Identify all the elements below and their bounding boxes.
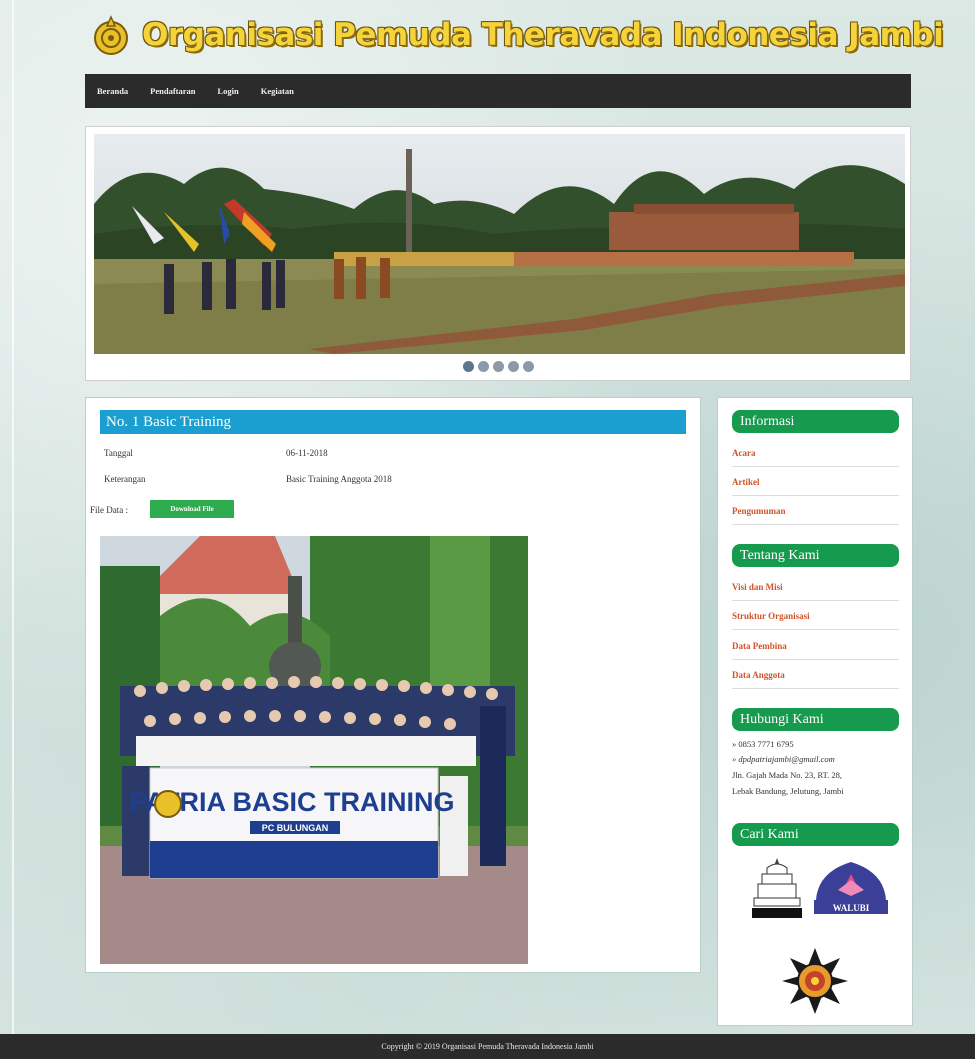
slider-dots (86, 361, 910, 372)
buddhist-emblem-icon (94, 15, 128, 55)
temple-logo[interactable] (752, 856, 802, 920)
sidebar-item-anggota[interactable]: Data Anggota (732, 670, 899, 680)
divider (732, 495, 899, 496)
contact-phone: » 0853 7771 6795 (732, 739, 794, 749)
date-label: Tanggal (104, 448, 133, 458)
divider (732, 466, 899, 467)
slider-image (94, 134, 905, 354)
site-title: Organisasi Pemuda Theravada Indonesia Ja… (142, 17, 944, 53)
post-photo: PATRIA BASIC TRAINING PC BULUNGAN (100, 536, 528, 964)
sidebar: Informasi Acara Artikel Pengumuman Tenta… (717, 397, 913, 1026)
contact-address-1: Jln. Gajah Mada No. 23, RT. 28, (732, 770, 843, 780)
slider-dot-5[interactable] (522, 361, 534, 372)
nav-login[interactable]: Login (218, 86, 239, 96)
slider-dot-1[interactable] (462, 361, 474, 372)
sidebar-item-pengumuman[interactable]: Pengumuman (732, 506, 899, 516)
widget-title-hubungi: Hubungi Kami (732, 708, 899, 731)
divider (732, 600, 899, 601)
sidebar-item-pembina[interactable]: Data Pembina (732, 641, 899, 651)
contact-address-2: Lebak Bandung, Jelutung, Jambi (732, 786, 844, 796)
widget-title-cari: Cari Kami (732, 823, 899, 846)
image-slider (85, 126, 911, 381)
banner-subtitle: PC BULUNGAN (262, 823, 329, 833)
sidebar-item-visi-misi[interactable]: Visi dan Misi (732, 582, 899, 592)
contact-email[interactable]: » dpdpatriajambi@gmail.com (732, 754, 835, 764)
divider (732, 688, 899, 689)
widget-title-informasi: Informasi (732, 410, 899, 433)
divider (732, 524, 899, 525)
date-value: 06-11-2018 (286, 448, 328, 458)
footer: Copyright © 2019 Organisasi Pemuda Thera… (0, 1034, 975, 1059)
main-nav: Beranda Pendaftaran Login Kegiatan (85, 74, 911, 108)
slider-dot-2[interactable] (477, 361, 489, 372)
sidebar-item-struktur[interactable]: Struktur Organisasi (732, 611, 899, 621)
desc-value: Basic Training Anggota 2018 (286, 474, 392, 484)
nav-pendaftaran[interactable]: Pendaftaran (150, 86, 195, 96)
site-header: Organisasi Pemuda Theravada Indonesia Ja… (90, 10, 944, 60)
nav-beranda[interactable]: Beranda (97, 86, 128, 96)
file-data-label: File Data : (90, 505, 128, 515)
divider (732, 659, 899, 660)
divider (732, 629, 899, 630)
walubi-label: WALUBI (833, 903, 870, 913)
post-title: No. 1 Basic Training (100, 410, 686, 434)
desc-label: Keterangan (104, 474, 146, 484)
widget-title-tentang: Tentang Kami (732, 544, 899, 567)
slider-dot-4[interactable] (507, 361, 519, 372)
emblem-logo[interactable] (780, 946, 850, 1016)
slider-dot-3[interactable] (492, 361, 504, 372)
sidebar-item-artikel[interactable]: Artikel (732, 477, 899, 487)
walubi-logo[interactable]: WALUBI (814, 860, 888, 918)
main-content: No. 1 Basic Training Tanggal 06-11-2018 … (85, 397, 701, 973)
nav-kegiatan[interactable]: Kegiatan (261, 86, 294, 96)
sidebar-item-acara[interactable]: Acara (732, 448, 899, 458)
page-edge (12, 0, 14, 1059)
download-file-button[interactable]: Download File (150, 500, 234, 518)
